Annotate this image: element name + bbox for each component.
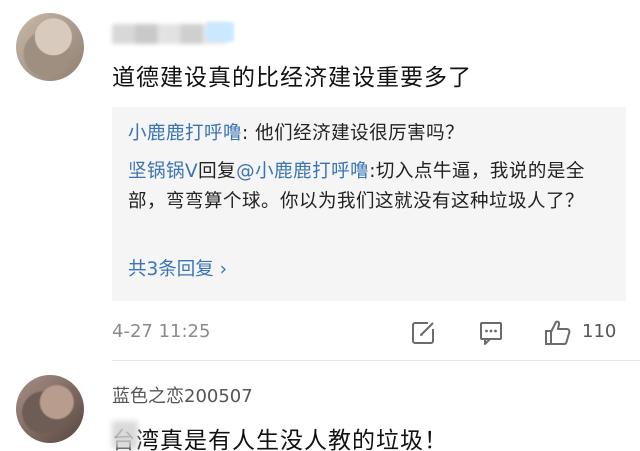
reply-author-link[interactable]: 小鹿鹿打呼噜 (128, 123, 242, 144)
vip-badge (206, 22, 234, 42)
reply-item: 小鹿鹿打呼噜: 他们经济建设很厉害吗？ (128, 119, 464, 149)
reply-separator: : (242, 123, 249, 144)
comment-text: 道德建设真的比经济建设重要多了 (112, 65, 472, 91)
avatar[interactable] (16, 13, 84, 81)
reply-text: 他们经济建设很厉害吗？ (248, 123, 465, 144)
username[interactable]: 蓝色之恋200507 (112, 382, 253, 408)
share-icon[interactable] (410, 320, 436, 346)
more-replies-link[interactable]: 共3条回复 › (128, 255, 227, 281)
reply-word: 回复 (198, 161, 237, 182)
reply-preview-box[interactable]: 小鹿鹿打呼噜: 他们经济建设很厉害吗？ 坚锅锅V回复@小鹿鹿打呼噜:切入点牛逼，… (112, 107, 626, 301)
timestamp: 4-27 11:25 (112, 321, 211, 342)
comment-list: 道德建设真的比经济建设重要多了 小鹿鹿打呼噜: 他们经济建设很厉害吗？ 坚锅锅V… (0, 0, 640, 451)
text-blur-mask (112, 421, 138, 449)
like-count[interactable]: 110 (582, 321, 616, 342)
divider (112, 360, 640, 361)
avatar[interactable] (16, 375, 84, 443)
comment-text: 台湾真是有人生没人教的垃圾！ (112, 428, 448, 451)
comment-icon[interactable] (478, 320, 504, 346)
thumbs-up-icon[interactable] (543, 318, 573, 348)
reply-author-link[interactable]: 坚锅锅V (128, 161, 198, 182)
comment-actions: 4-27 11:25 110 (112, 318, 626, 348)
mention-link[interactable]: @小鹿鹿打呼噜 (236, 161, 369, 182)
reply-item: 坚锅锅V回复@小鹿鹿打呼噜:切入点牛逼，我说的是全部，弯弯算个球。你以为我们这就… (128, 157, 608, 217)
